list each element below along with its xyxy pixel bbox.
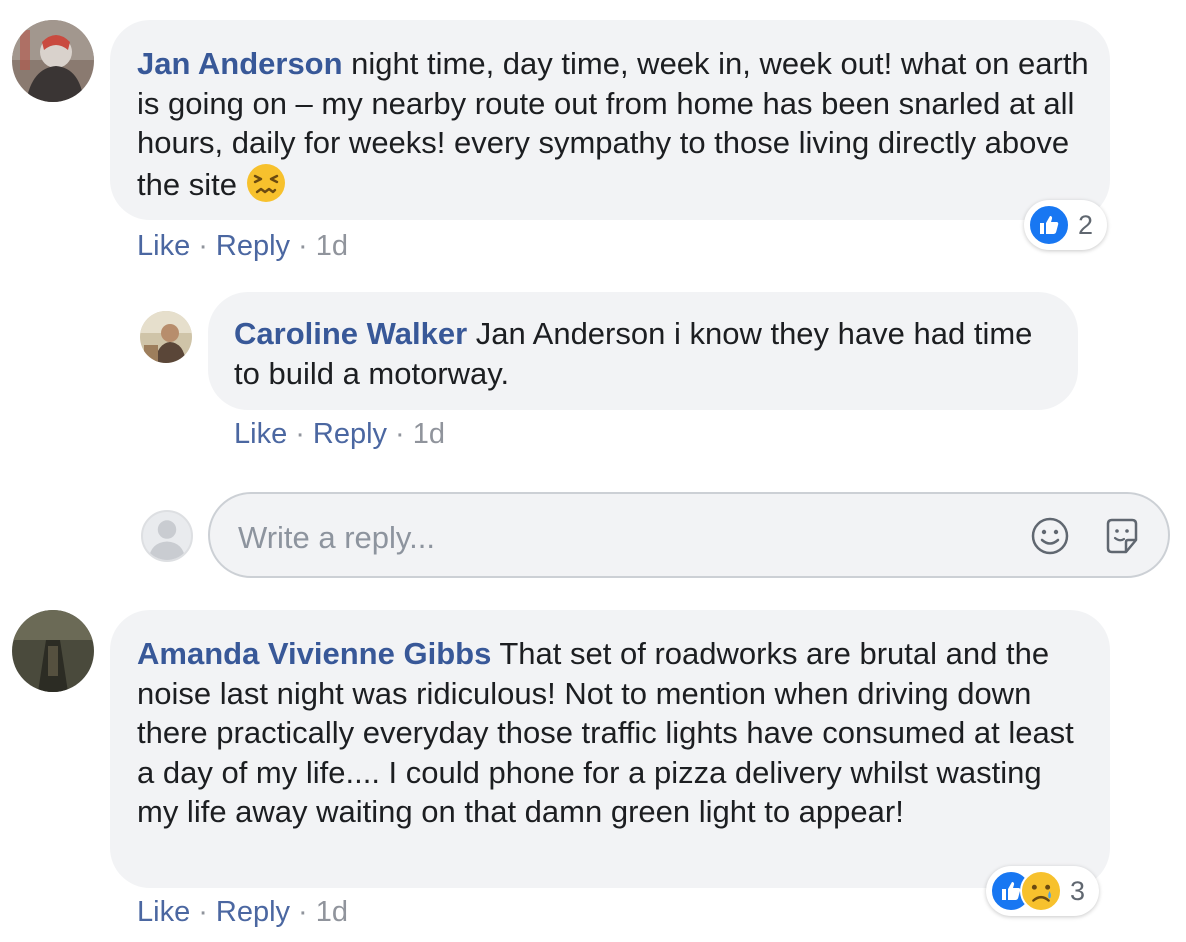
avatar-photo <box>140 311 192 363</box>
reply-link[interactable]: Reply <box>216 896 290 928</box>
reply-author[interactable]: Caroline Walker <box>234 316 467 351</box>
like-link[interactable]: Like <box>234 418 287 450</box>
current-user-avatar <box>141 510 193 562</box>
like-link[interactable]: Like <box>137 896 190 928</box>
timestamp[interactable]: 1d <box>413 418 445 450</box>
default-user-icon <box>148 520 186 560</box>
comment-actions: Like · Reply · 1d <box>137 896 348 929</box>
reply-text: Caroline Walker Jan Anderson i know they… <box>234 314 1054 393</box>
sticker-icon[interactable] <box>1100 514 1144 558</box>
timestamp[interactable]: 1d <box>316 896 348 928</box>
reaction-summary[interactable]: 3 <box>986 866 1100 916</box>
comment-author[interactable]: Amanda Vivienne Gibbs <box>137 636 491 671</box>
comment-text: Amanda Vivienne Gibbs That set of roadwo… <box>137 634 1077 832</box>
separator: · <box>298 230 308 262</box>
confounded-face-icon <box>246 163 286 203</box>
reply-link[interactable]: Reply <box>313 418 387 450</box>
emoji-icon[interactable] <box>1028 514 1072 558</box>
reply-actions: Like · Reply · 1d <box>234 418 445 451</box>
avatar-jan-anderson[interactable] <box>12 20 94 102</box>
avatar-caroline-walker[interactable] <box>140 311 192 363</box>
avatar-amanda-vivienne-gibbs[interactable] <box>12 610 94 692</box>
reply-link[interactable]: Reply <box>216 230 290 262</box>
reaction-count: 3 <box>1070 875 1086 906</box>
separator: · <box>295 418 305 450</box>
timestamp[interactable]: 1d <box>316 230 348 262</box>
comment-text: Jan Anderson night time, day time, week … <box>137 44 1097 204</box>
like-reaction-icon <box>1028 204 1070 246</box>
comment-author[interactable]: Jan Anderson <box>137 46 343 81</box>
separator: · <box>198 896 208 928</box>
reply-input[interactable]: Write a reply... <box>208 492 1170 578</box>
like-link[interactable]: Like <box>137 230 190 262</box>
comment-actions: Like · Reply · 1d <box>137 230 348 263</box>
reaction-count: 2 <box>1078 209 1094 240</box>
separator: · <box>198 230 208 262</box>
reaction-summary[interactable]: 2 <box>1024 200 1108 250</box>
comment-bubble: Amanda Vivienne Gibbs That set of roadwo… <box>110 610 1110 888</box>
reply-bubble: Caroline Walker Jan Anderson i know they… <box>208 292 1078 410</box>
reply-placeholder: Write a reply... <box>238 520 435 555</box>
comment-bubble: Jan Anderson night time, day time, week … <box>110 20 1110 220</box>
separator: · <box>298 896 308 928</box>
avatar-photo <box>12 20 94 102</box>
avatar-photo <box>12 610 94 692</box>
separator: · <box>395 418 405 450</box>
sad-reaction-icon <box>1020 870 1062 912</box>
